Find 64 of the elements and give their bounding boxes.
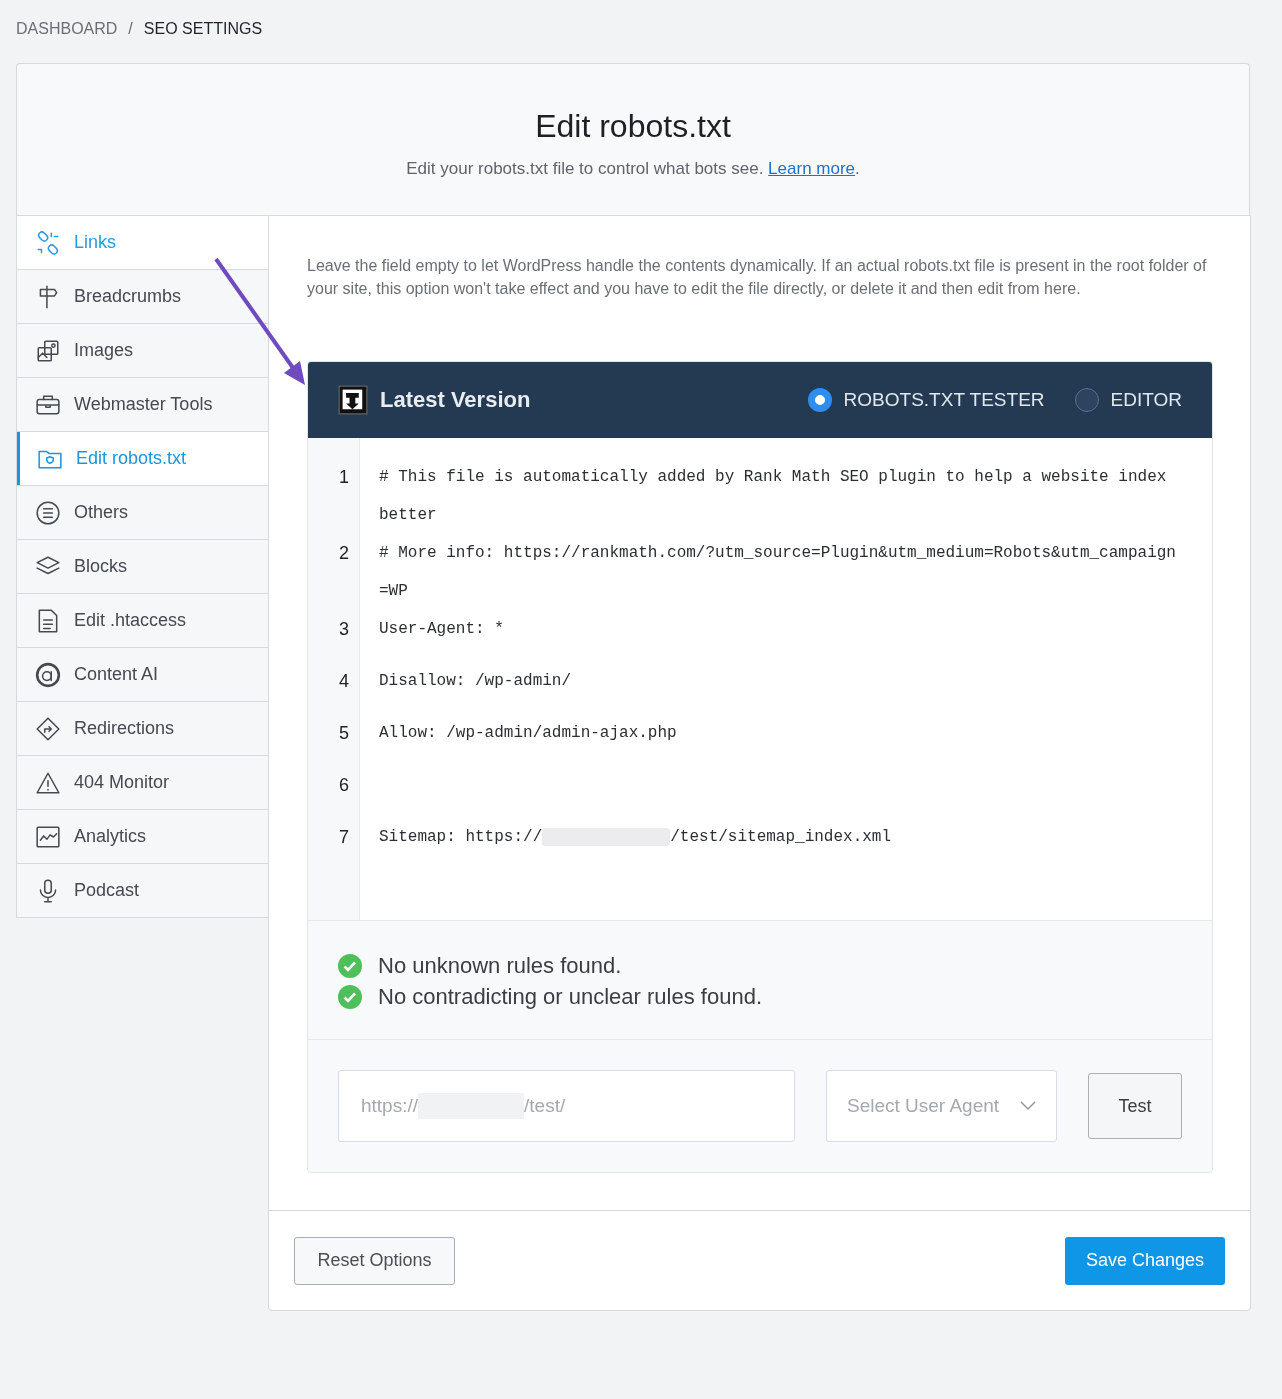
mode-label: EDITOR xyxy=(1110,389,1182,411)
mode-radio[interactable]: ROBOTS.TXT TESTER xyxy=(807,388,1045,412)
sidebar-item[interactable]: 404 Monitor xyxy=(16,756,268,810)
sidebar-label: Blocks xyxy=(74,556,127,577)
sidebar-label: Webmaster Tools xyxy=(74,394,213,415)
code-text: Disallow: /wp-admin/ xyxy=(379,672,572,690)
sidebar-item[interactable]: Redirections xyxy=(16,702,268,756)
line-number: 2 xyxy=(338,542,350,565)
images-icon xyxy=(35,337,61,364)
sidebar-label: Images xyxy=(74,340,134,361)
code-text: /test/sitemap_index.xml xyxy=(670,828,892,846)
page-title: Edit robots.txt xyxy=(535,108,731,145)
page-description: Edit your robots.txt file to control what bots see. Learn more. xyxy=(406,159,860,179)
line-number: 1 xyxy=(338,466,350,489)
line-number: 4 xyxy=(338,670,350,693)
breadcrumb-item: SEO SETTINGS xyxy=(143,20,263,38)
sidebar-label: Edit .htaccess xyxy=(74,610,187,631)
result-text: No contradicting or unclear rules found. xyxy=(378,983,762,1010)
code-text: User-Agent: * xyxy=(379,620,504,638)
code-text: Sitemap: https:// xyxy=(379,828,543,846)
mode-label: ROBOTS.TXT TESTER xyxy=(843,389,1045,411)
line-number: 6 xyxy=(338,774,350,797)
diamond-arrow-icon xyxy=(35,715,61,742)
sidebar-label: Content AI xyxy=(74,664,159,685)
radio-icon[interactable] xyxy=(807,388,832,412)
chevron-down-icon xyxy=(1020,1101,1036,1111)
sidebar-label: Analytics xyxy=(74,826,147,847)
radio-icon[interactable] xyxy=(1074,388,1099,412)
tester-title: Latest Version xyxy=(380,387,531,413)
download-icon xyxy=(338,385,368,415)
sidebar-item[interactable]: Webmaster Tools xyxy=(16,378,268,432)
code-text: # This file is automatically added by Rank Math SEO plugin to help a website index better xyxy=(379,468,1168,524)
breadcrumb-item[interactable]: DASHBOARD xyxy=(16,20,118,38)
code-text: # More info: https://rankmath.com/?utm_source=Plugin&utm_medium=Robots&utm_campaign=WP xyxy=(379,544,1176,600)
line-number: 3 xyxy=(338,618,350,641)
list-circle-icon xyxy=(35,499,61,526)
sidebar-label: Redirections xyxy=(74,718,175,739)
line-number: 5 xyxy=(338,722,350,745)
reset-options-button[interactable]: Reset Options xyxy=(294,1236,455,1285)
sidebar-item[interactable]: Content AI xyxy=(16,648,268,702)
sidebar-item[interactable]: Others xyxy=(16,486,268,540)
result-text: No unknown rules found. xyxy=(378,952,622,979)
test-button[interactable]: Test xyxy=(1088,1073,1182,1139)
sidebar-item[interactable]: Images xyxy=(16,324,268,378)
sidebar-item[interactable]: Analytics xyxy=(16,810,268,864)
sidebar-label: Links xyxy=(74,232,117,253)
sidebar-item[interactable]: Breadcrumbs xyxy=(16,270,268,324)
learn-more-link[interactable]: Learn more xyxy=(768,159,856,178)
breadcrumb-separator: / xyxy=(128,20,133,38)
code-text: Allow: /wp-admin/admin-ajax.php xyxy=(379,724,677,742)
sidebar-label: Podcast xyxy=(74,880,140,901)
sidebar-label: Breadcrumbs xyxy=(74,286,182,307)
sidebar-item[interactable]: Podcast xyxy=(16,864,268,918)
sidebar-label: 404 Monitor xyxy=(74,772,170,793)
sidebar-item[interactable]: Edit .htaccess xyxy=(16,594,268,648)
line-number: 7 xyxy=(338,826,350,849)
sidebar-label: Edit robots.txt xyxy=(76,448,187,469)
notice-text: Leave the field empty to let WordPress handle the contents dynamically. If an actual robots.txt file is present in the root folder of your site, this option won't take effect and you have to edit the file directly, or delete it and then edit from here. xyxy=(307,256,1208,299)
mode-radio[interactable]: EDITOR xyxy=(1074,388,1182,412)
sidebar-label: Others xyxy=(74,502,129,523)
sidebar-item[interactable]: Blocks xyxy=(16,540,268,594)
ai-icon xyxy=(35,661,61,688)
link-icon xyxy=(35,229,61,256)
chart-icon xyxy=(35,823,61,850)
